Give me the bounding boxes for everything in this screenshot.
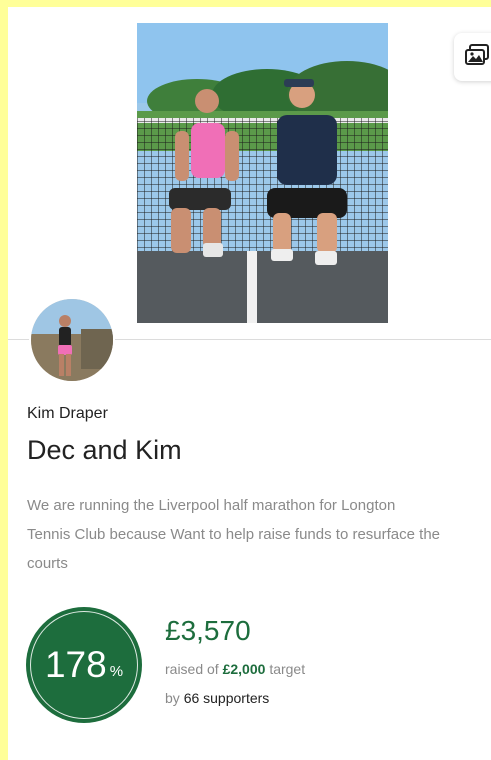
- hero-photo[interactable]: [137, 23, 388, 323]
- raised-of-label: raised of: [165, 661, 219, 677]
- supporters-line: by 66 supporters: [165, 690, 269, 706]
- story-line: courts: [27, 555, 68, 572]
- image-gallery-icon: [464, 43, 490, 72]
- avatar-image: [31, 299, 113, 381]
- gallery-button[interactable]: [454, 33, 491, 81]
- target-line: raised of £2,000 target: [165, 661, 305, 677]
- percent-symbol: %: [109, 662, 124, 680]
- avatar[interactable]: [29, 297, 115, 383]
- progress-ring: 178 %: [26, 607, 142, 723]
- amount-raised: £3,570: [165, 615, 251, 646]
- page-title: Dec and Kim: [27, 435, 182, 465]
- fundraising-page: Kim Draper Dec and Kim We are running th…: [8, 7, 491, 760]
- progress-percent: 178: [44, 644, 107, 685]
- by-label: by: [165, 690, 180, 706]
- owner-name[interactable]: Kim Draper: [27, 405, 108, 423]
- hero-photo-image: [137, 23, 388, 323]
- supporters-count[interactable]: 66 supporters: [184, 690, 270, 706]
- story-text: We are running the Liverpool half marath…: [27, 491, 491, 578]
- story-line: We are running the Liverpool half marath…: [27, 497, 396, 514]
- target-amount: £2,000: [222, 661, 266, 677]
- story-line: Tennis Club because Want to help raise f…: [27, 526, 441, 543]
- target-label: target: [269, 661, 306, 677]
